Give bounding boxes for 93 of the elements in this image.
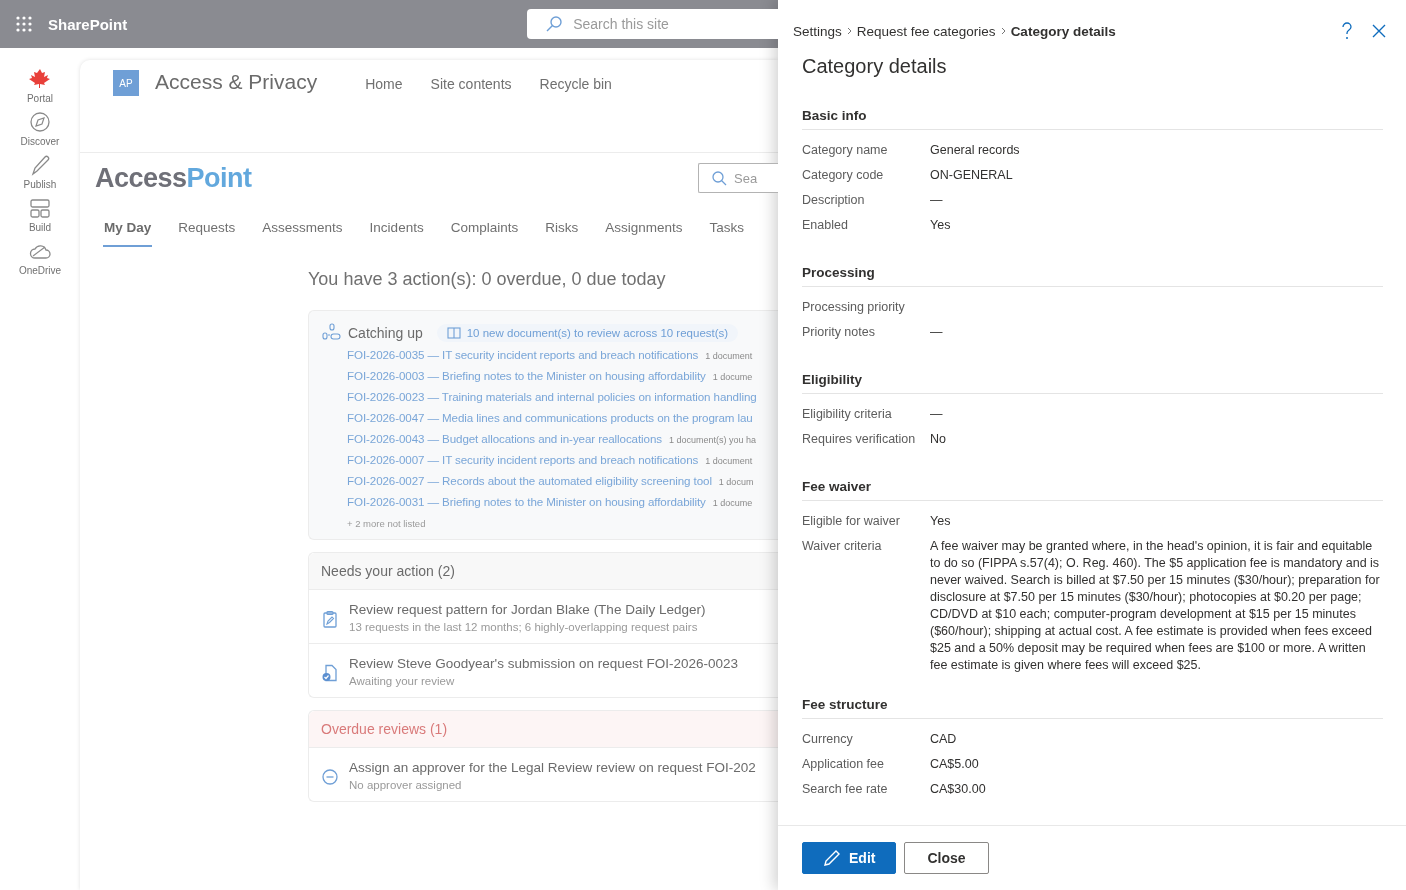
more-note: + 2 more not listed bbox=[346, 518, 427, 529]
tab[interactable]: Assessments bbox=[261, 216, 344, 247]
field-label: Requires verification bbox=[802, 431, 917, 448]
search-icon bbox=[545, 15, 564, 33]
field-label: Search fee rate bbox=[802, 781, 889, 798]
book-icon bbox=[446, 327, 461, 339]
search-field[interactable]: Sea bbox=[698, 163, 778, 193]
field-label: Category name bbox=[802, 142, 889, 159]
document-count: 1 document bbox=[705, 456, 753, 466]
field-label: Priority notes bbox=[802, 324, 876, 341]
field-label: Category code bbox=[802, 167, 885, 184]
breadcrumb-item[interactable]: Settings bbox=[793, 23, 842, 39]
maple-leaf-icon bbox=[29, 68, 51, 90]
field-value: Yes bbox=[930, 513, 952, 530]
document-count: 1 docume bbox=[712, 372, 753, 382]
action-title[interactable]: Review request pattern for Jordan Blake (The Daily Ledger) bbox=[349, 602, 706, 617]
tab[interactable]: Incidents bbox=[368, 216, 425, 247]
field-label: Description bbox=[802, 192, 866, 209]
nav-link[interactable]: Recycle bin bbox=[539, 76, 612, 92]
field-value: General records bbox=[930, 142, 1021, 159]
action-title[interactable]: Review Steve Goodyear's submission on request FOI-2026-0023 bbox=[349, 656, 739, 671]
rail-item[interactable]: OneDrive bbox=[10, 240, 70, 276]
section-heading: Needs your action (2) bbox=[309, 553, 778, 590]
section-heading: Fee waiver bbox=[802, 456, 1383, 501]
breadcrumb-item[interactable]: Category details bbox=[1010, 23, 1116, 39]
chevron-icon bbox=[846, 27, 852, 35]
field-value: ON-GENERAL bbox=[930, 167, 1014, 184]
card-title: Catching up bbox=[348, 325, 423, 341]
field-value: CA$5.00 bbox=[930, 756, 980, 773]
document-count: 1 docum bbox=[718, 477, 754, 487]
document-count: 1 document(s) you ha bbox=[668, 435, 756, 445]
documents-badge[interactable]: 10 new document(s) to review across 10 request(s) bbox=[436, 324, 739, 342]
field-label: Application fee bbox=[802, 756, 885, 773]
search-field[interactable]: Search this site bbox=[527, 9, 778, 39]
people-icon bbox=[322, 323, 342, 343]
field-value: No bbox=[930, 431, 947, 448]
action-subtitle: 13 requests in the last 12 months; 6 highly-overlapping request pairs bbox=[349, 621, 699, 633]
field-value: — bbox=[930, 406, 944, 423]
minus-circle-icon bbox=[321, 768, 339, 786]
field-label: Eligibility criteria bbox=[802, 406, 893, 423]
action-title[interactable]: Assign an approver for the Legal Review review on request FOI-202 bbox=[349, 760, 756, 775]
action-subtitle: No approver assigned bbox=[349, 779, 463, 791]
close-button[interactable]: Close bbox=[904, 842, 989, 874]
section-heading: Basic info bbox=[802, 78, 1383, 130]
tab[interactable]: Requests bbox=[177, 216, 237, 247]
document-count: 1 docume bbox=[712, 498, 753, 508]
field-label: Eligible for waiver bbox=[802, 513, 901, 530]
rail-item[interactable]: Portal bbox=[10, 68, 70, 104]
breadcrumb-item[interactable]: Request fee categories bbox=[856, 23, 996, 39]
close-icon bbox=[1372, 24, 1386, 38]
nav-link[interactable]: Site contents bbox=[430, 76, 512, 92]
field-value: CAD bbox=[930, 731, 958, 748]
field-value: — bbox=[930, 192, 944, 209]
brand-logo: AccessPoint bbox=[95, 162, 252, 194]
panel-title: Category details bbox=[802, 55, 948, 78]
field-label: Currency bbox=[802, 731, 854, 748]
document-count: 1 document bbox=[705, 351, 753, 361]
app-launcher-icon[interactable] bbox=[16, 16, 32, 32]
site-title[interactable]: Access & Privacy bbox=[155, 70, 318, 94]
section-heading: Overdue reviews (1) bbox=[309, 711, 778, 748]
tab[interactable]: Risks bbox=[544, 216, 580, 247]
rail-item[interactable]: Discover bbox=[10, 111, 70, 147]
tab[interactable]: My Day bbox=[103, 216, 153, 247]
pen-icon bbox=[29, 154, 51, 176]
field-value: CA$30.00 bbox=[930, 781, 987, 798]
field-label: Enabled bbox=[802, 217, 849, 234]
section-heading: Processing bbox=[802, 242, 1383, 287]
edit-button[interactable]: Edit bbox=[802, 842, 897, 874]
action-subtitle: Awaiting your review bbox=[349, 675, 456, 687]
summary-heading: You have 3 action(s): 0 overdue, 0 due today bbox=[308, 269, 667, 290]
clipboard-icon bbox=[321, 610, 339, 628]
field-value: Yes bbox=[930, 217, 952, 234]
field-value: A fee waiver may be granted where, in the head's opinion, it is fair and equitable to do so (FIPPA s.57(4); O. Reg. 460). The $5 application fee is mandatory and is never waived. Search is billed at $7.50 per 15 minutes ($30/hour); preparation for disclosure at $7.50 per 15 minutes ($30/hour); photocopies at $0.20 per page; CD/DVD at $10 each; computer-program development at $15 per 15 minutes ($60/hour); shipping at actual cost. A fee estimate is provided when fees exceed $25 and a 50% deposit may be required when fees are $100 or more. A written fee estimate is given where fees will exceed $25. bbox=[930, 538, 1381, 674]
rail-item[interactable]: Build bbox=[10, 197, 70, 233]
chevron-icon bbox=[1000, 27, 1006, 35]
field-label: Waiver criteria bbox=[802, 538, 883, 555]
field-value: — bbox=[930, 324, 944, 341]
layout-icon bbox=[29, 197, 51, 219]
help-icon bbox=[1340, 22, 1354, 40]
site-logo[interactable]: AP bbox=[113, 70, 139, 96]
section-heading: Fee structure bbox=[802, 674, 1383, 719]
field-label: Processing priority bbox=[802, 299, 906, 316]
section-heading: Eligibility bbox=[802, 349, 1383, 394]
nav-link[interactable]: Home bbox=[365, 76, 403, 92]
rail-item[interactable]: Publish bbox=[10, 154, 70, 190]
pencil-icon bbox=[823, 849, 841, 867]
tab[interactable]: Complaints bbox=[449, 216, 520, 247]
tab[interactable]: Assignments bbox=[604, 216, 684, 247]
document-check-icon bbox=[321, 664, 339, 682]
compass-icon bbox=[29, 111, 51, 133]
search-icon bbox=[711, 170, 727, 186]
tab[interactable]: Tasks bbox=[708, 216, 745, 247]
app-title[interactable]: SharePoint bbox=[48, 15, 128, 33]
